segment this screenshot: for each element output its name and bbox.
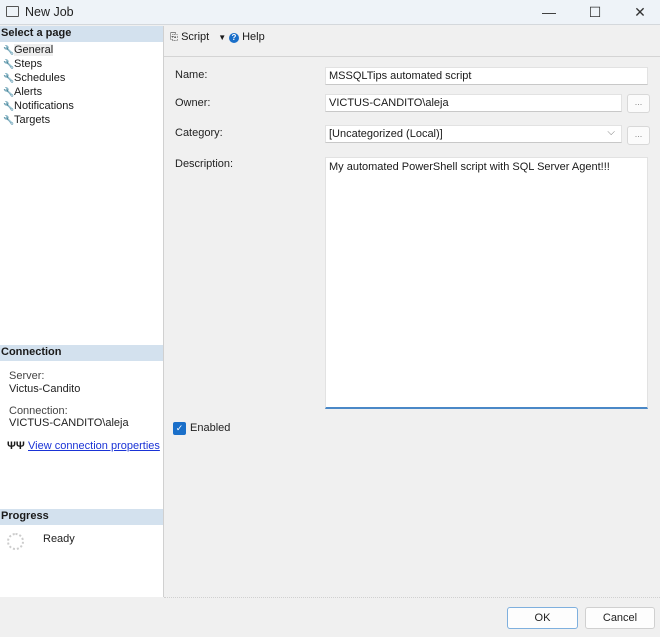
- select-page-header: Select a page: [0, 26, 163, 42]
- ok-button[interactable]: OK: [507, 607, 578, 629]
- wrench-icon: 🔧: [3, 73, 15, 83]
- cancel-button[interactable]: Cancel: [585, 607, 655, 629]
- wrench-icon: 🔧: [3, 101, 15, 111]
- progress-header: Progress: [0, 509, 163, 525]
- enabled-label: Enabled: [190, 422, 231, 434]
- window-title: New Job: [25, 5, 74, 19]
- progress-status: Ready: [43, 533, 75, 545]
- category-label: Category:: [175, 127, 223, 139]
- title-bar: New Job — ☐ ✕: [0, 0, 660, 25]
- name-input[interactable]: MSSQLTips automated script: [325, 67, 648, 85]
- description-textarea[interactable]: My automated PowerShell script with SQL …: [325, 157, 648, 409]
- enabled-checkbox[interactable]: ✓: [173, 422, 186, 435]
- wrench-icon: 🔧: [3, 87, 15, 97]
- plug-icon: ΨΨ: [7, 440, 25, 452]
- connection-value: VICTUS-CANDITO\aleja: [9, 417, 129, 429]
- left-pane: Select a page 🔧General 🔧Steps 🔧Schedules…: [0, 26, 164, 597]
- owner-input[interactable]: VICTUS-CANDITO\aleja: [325, 94, 622, 112]
- view-connection-properties-link[interactable]: View connection properties: [28, 440, 160, 452]
- progress-spinner-icon: [7, 533, 24, 550]
- connection-header: Connection: [0, 345, 163, 361]
- wrench-icon: 🔧: [3, 45, 15, 55]
- description-label: Description:: [175, 158, 234, 170]
- owner-label: Owner:: [175, 97, 211, 109]
- help-button[interactable]: ? Help: [229, 31, 265, 43]
- page-schedules[interactable]: 🔧Schedules: [3, 71, 65, 85]
- server-value: Victus-Candito: [9, 383, 81, 395]
- help-icon: ?: [229, 33, 239, 43]
- script-icon: ⎘: [170, 32, 178, 43]
- script-button[interactable]: ⎘ Script ▼: [170, 31, 226, 43]
- page-targets[interactable]: 🔧Targets: [3, 113, 50, 127]
- close-button[interactable]: ✕: [625, 3, 655, 21]
- toolbar: ⎘ Script ▼ ? Help: [164, 26, 660, 57]
- category-browse-button[interactable]: ...: [627, 126, 650, 145]
- chevron-down-icon: ⌵: [607, 127, 615, 138]
- wrench-icon: 🔧: [3, 115, 15, 125]
- page-alerts[interactable]: 🔧Alerts: [3, 85, 42, 99]
- connection-label: Connection:: [9, 405, 68, 417]
- page-steps[interactable]: 🔧Steps: [3, 57, 42, 71]
- owner-browse-button[interactable]: ...: [627, 94, 650, 113]
- server-label: Server:: [9, 370, 45, 382]
- minimize-button[interactable]: —: [534, 3, 564, 21]
- category-select[interactable]: [Uncategorized (Local)] ⌵: [325, 125, 622, 143]
- name-label: Name:: [175, 69, 208, 81]
- wrench-icon: 🔧: [3, 59, 15, 69]
- maximize-button[interactable]: ☐: [580, 3, 610, 21]
- page-notifications[interactable]: 🔧Notifications: [3, 99, 74, 113]
- page-general[interactable]: 🔧General: [3, 43, 54, 57]
- chevron-down-icon: ▼: [218, 33, 227, 42]
- window-icon: [6, 6, 19, 17]
